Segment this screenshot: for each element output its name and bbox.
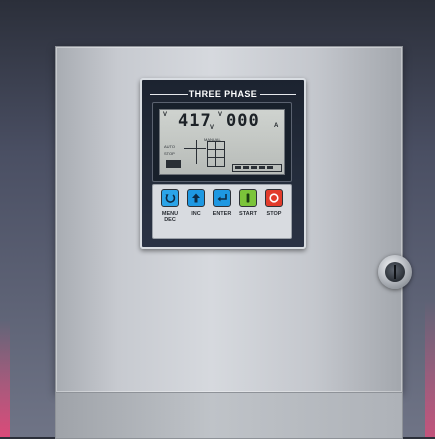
battery-block-icon	[166, 160, 181, 168]
stop-button[interactable]	[265, 189, 283, 207]
title-line-right	[260, 94, 296, 95]
status-icons-strip	[232, 164, 282, 172]
inc-button[interactable]	[187, 189, 205, 207]
dec-button-label: DEC	[164, 217, 176, 223]
voltage-readout: 417	[178, 111, 212, 131]
status-segment-icon	[251, 166, 257, 169]
current-readout: 000	[226, 111, 260, 131]
auto-indicator: AUTO	[164, 144, 176, 149]
right-accent-edge	[425, 300, 435, 437]
left-accent-edge	[0, 320, 10, 437]
voltage-marker-left: V	[163, 112, 168, 118]
three-phase-controller: THREE PHASE V 417 V V 000 A AUTO STOP MA…	[140, 78, 306, 249]
lcd-bezel: V 417 V V 000 A AUTO STOP MANUAL	[152, 102, 292, 182]
stop-indicator: STOP	[164, 151, 175, 156]
lcd-display: V 417 V V 000 A AUTO STOP MANUAL	[159, 109, 285, 175]
enter-arrow-icon	[217, 194, 227, 202]
lock-cylinder	[385, 262, 405, 282]
current-unit: A	[274, 123, 279, 129]
pipe-line-horizontal	[184, 148, 206, 149]
stop-circle-icon	[269, 193, 279, 203]
start-bar-icon	[246, 193, 250, 203]
status-segment-icon	[267, 166, 273, 169]
controller-title-bar: THREE PHASE	[150, 89, 296, 99]
cabinet-key-lock[interactable]	[378, 255, 412, 289]
enter-button[interactable]	[213, 189, 231, 207]
voltage-unit: V	[210, 125, 215, 131]
stop-button-label: STOP	[266, 211, 282, 217]
status-segment-icon	[243, 166, 249, 169]
enclosure-base-panel	[55, 392, 403, 439]
menu-dec-button[interactable]	[161, 189, 179, 207]
start-button[interactable]	[239, 189, 257, 207]
undo-arrow-icon	[165, 194, 176, 203]
tank-grid-icon	[207, 141, 225, 167]
key-slot	[394, 265, 396, 279]
current-marker-left: V	[218, 112, 223, 118]
up-arrow-icon	[192, 193, 200, 203]
status-segment-icon	[259, 166, 265, 169]
status-segment-icon	[235, 166, 241, 169]
button-panel: MENU DEC INC ENTER START STOP	[152, 184, 292, 239]
pipe-line-vertical	[196, 140, 197, 164]
